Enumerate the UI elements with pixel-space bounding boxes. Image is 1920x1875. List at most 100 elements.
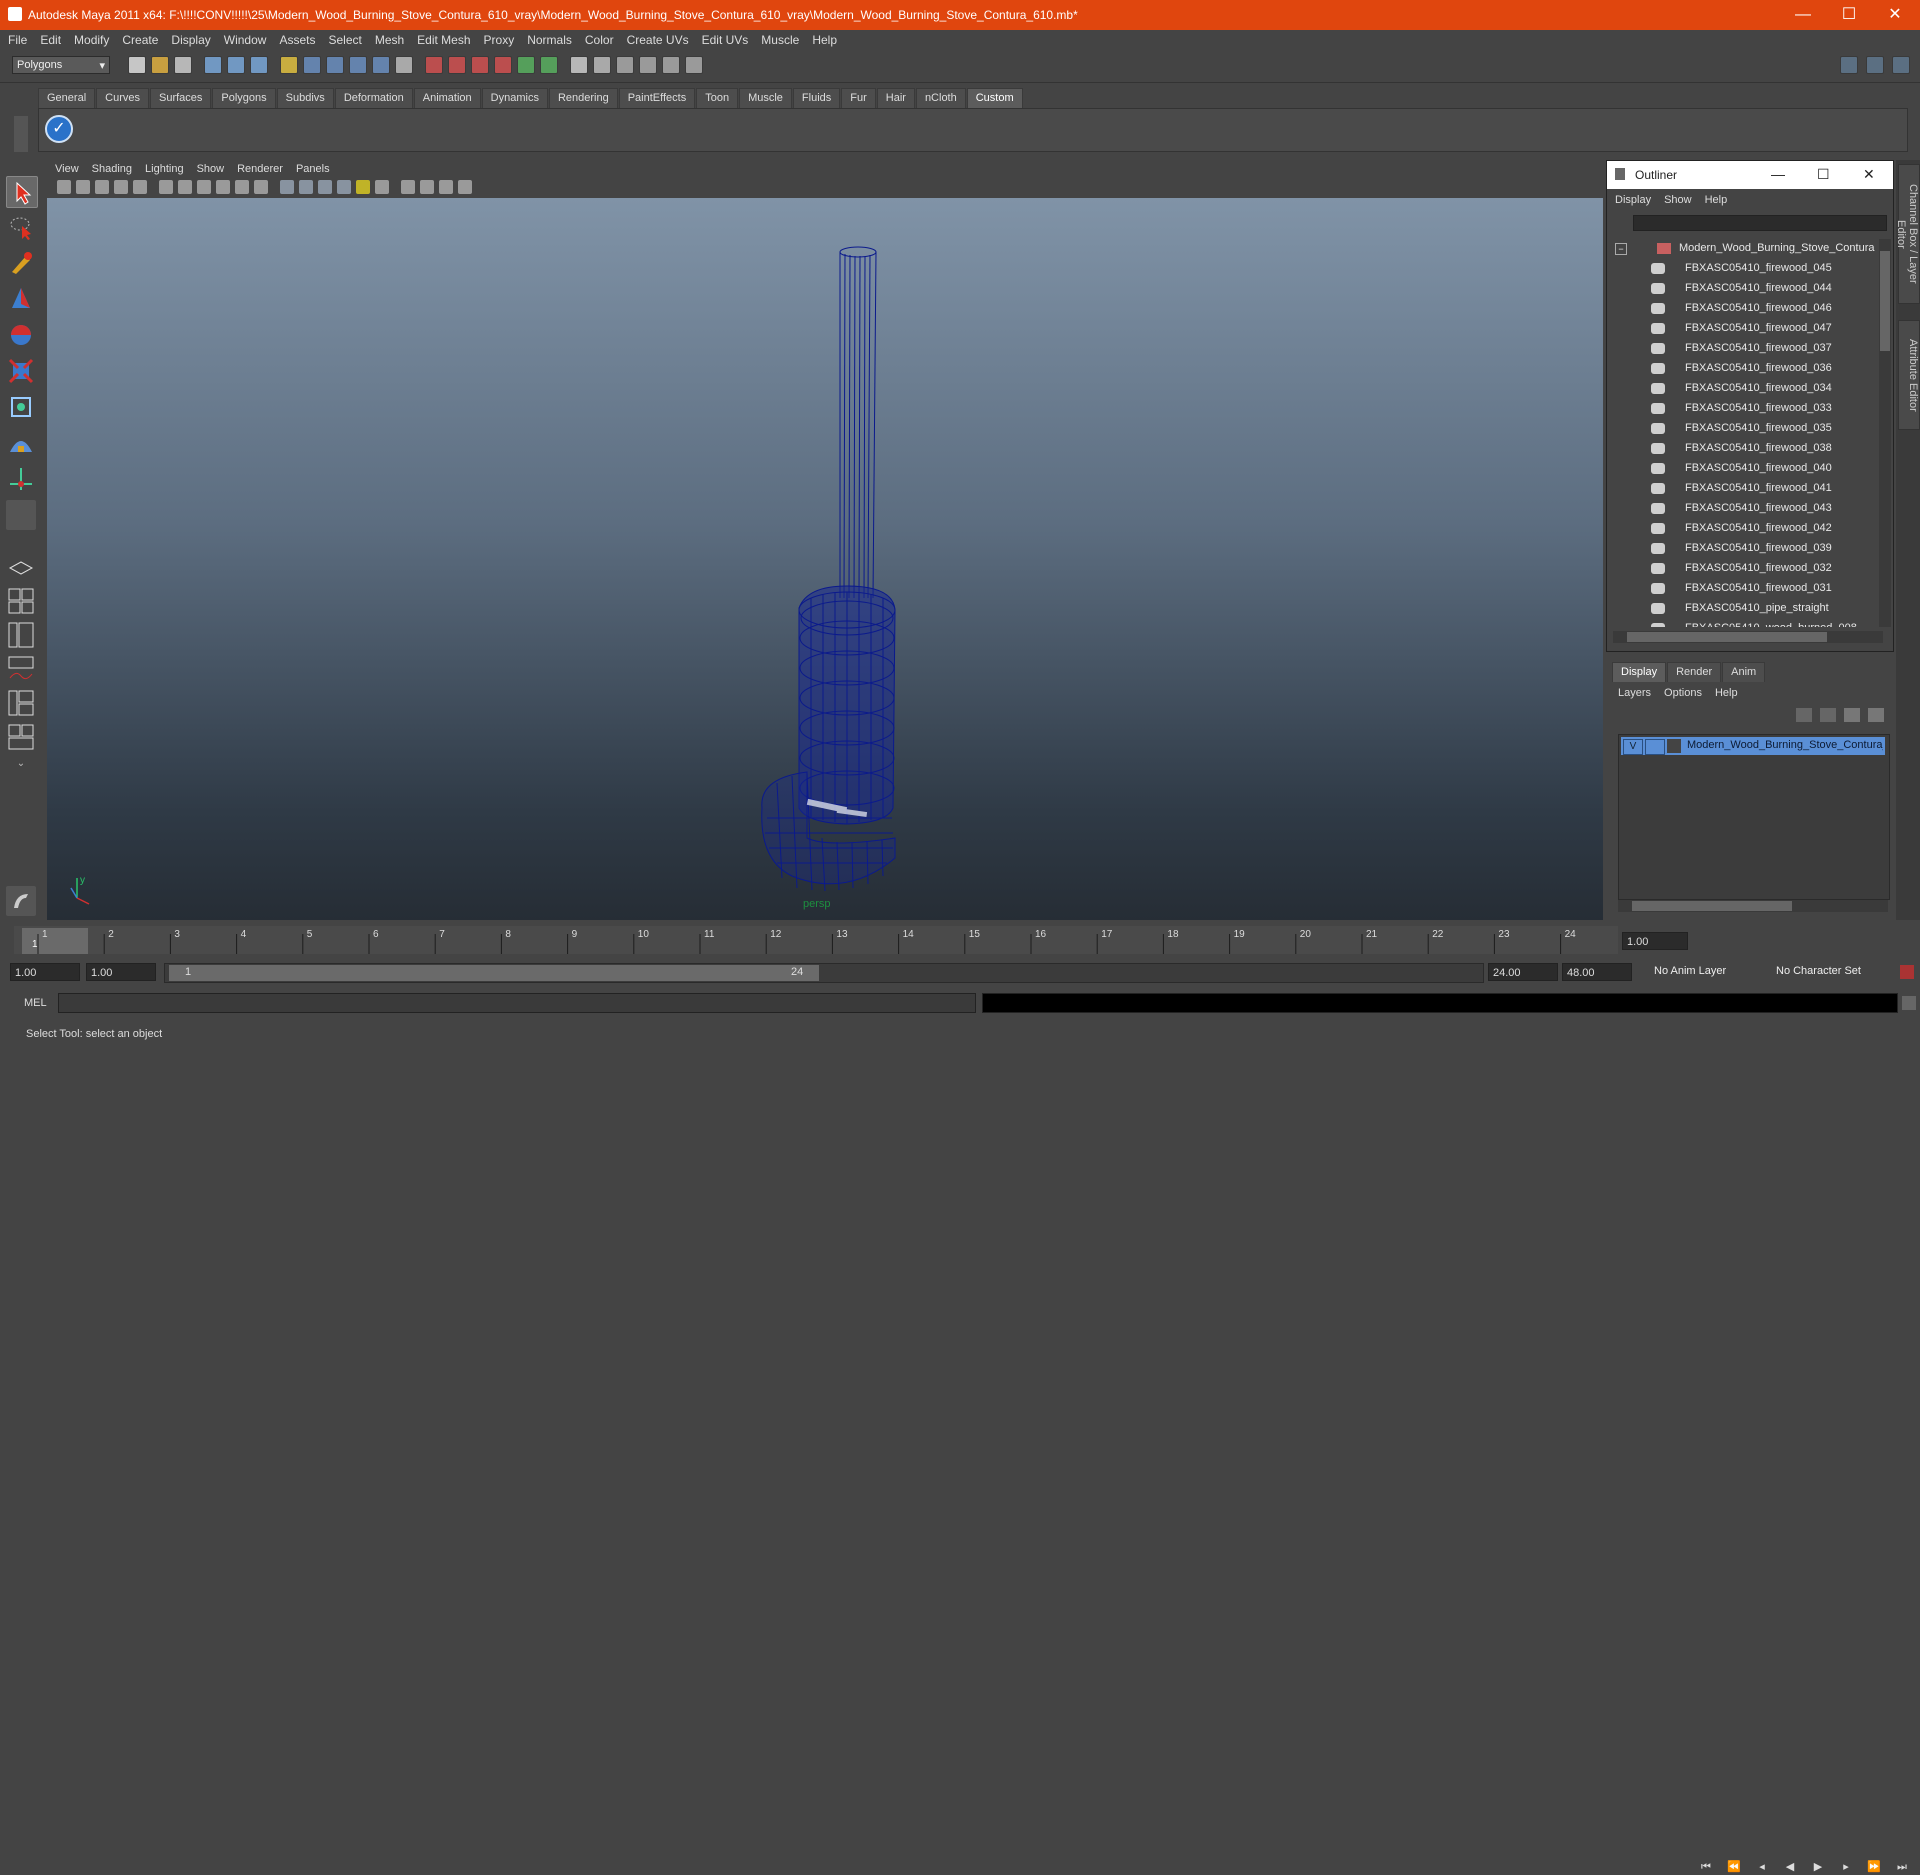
animation-start-field[interactable]: 1.00 <box>10 963 80 981</box>
playback-start-field[interactable]: 1.00 <box>86 963 156 981</box>
attribute-editor-toggle-icon[interactable] <box>1892 56 1910 74</box>
outliner-maximize-button[interactable]: ☐ <box>1817 166 1830 183</box>
collapse-icon[interactable]: − <box>1615 243 1627 255</box>
select-tool-icon[interactable] <box>6 176 38 208</box>
layer-hscroll-thumb[interactable] <box>1632 901 1792 911</box>
menu-edit-uvs[interactable]: Edit UVs <box>694 30 754 47</box>
scale-tool-icon[interactable] <box>6 356 36 386</box>
outliner-item[interactable]: FBXASC05410_wood_burned_008 <box>1607 619 1877 627</box>
shelf-tab-fluids[interactable]: Fluids <box>792 88 841 108</box>
script-editor-icon[interactable] <box>6 886 36 916</box>
outliner-persp-layout-icon[interactable] <box>6 620 36 650</box>
shelf-tab-toon[interactable]: Toon <box>696 88 739 108</box>
lock-selection-icon[interactable] <box>280 56 298 74</box>
panel-menu-view[interactable]: View <box>47 160 84 175</box>
outliner-group-node[interactable]: Modern_Wood_Burning_Stove_Contura − <box>1607 239 1877 259</box>
open-scene-icon[interactable] <box>151 56 169 74</box>
lasso-tool-icon[interactable] <box>6 212 36 242</box>
outliner-close-button[interactable]: ✕ <box>1863 166 1875 183</box>
ipr-render-icon[interactable] <box>471 56 489 74</box>
ui-toggle-icon[interactable] <box>662 56 680 74</box>
smooth-preview-icon[interactable] <box>458 180 472 194</box>
new-layer-selected-icon[interactable] <box>1868 708 1884 722</box>
move-layer-down-icon[interactable] <box>1820 708 1836 722</box>
outliner-item[interactable]: FBXASC05410_firewood_034 <box>1607 379 1877 399</box>
outliner-item[interactable]: FBXASC05410_firewood_040 <box>1607 459 1877 479</box>
command-input[interactable] <box>58 993 976 1013</box>
four-pane-layout-icon[interactable] <box>6 586 36 616</box>
minimize-button[interactable]: — <box>1780 0 1826 30</box>
shelf-tab-subdivs[interactable]: Subdivs <box>276 88 334 108</box>
menu-create-uvs[interactable]: Create UVs <box>619 30 694 47</box>
current-time-field[interactable]: 1.00 <box>1622 932 1688 950</box>
play-backward-icon[interactable]: ◀ <box>1780 1859 1800 1875</box>
show-hide-icon[interactable] <box>593 56 611 74</box>
outliner-menu-show[interactable]: Show <box>1656 191 1697 206</box>
step-back-key-icon[interactable]: ⏪ <box>1724 1859 1744 1875</box>
select-component-icon[interactable] <box>250 56 268 74</box>
shelf-tab-animation[interactable]: Animation <box>413 88 481 108</box>
image-plane-icon[interactable] <box>114 180 128 194</box>
shelf-tab-rendering[interactable]: Rendering <box>548 88 618 108</box>
shelf-tab-curves[interactable]: Curves <box>96 88 149 108</box>
shelf-tab-ncloth[interactable]: nCloth <box>915 88 966 108</box>
hypershade-layout-icon[interactable] <box>6 688 36 718</box>
settings-icon[interactable] <box>685 56 703 74</box>
last-tool-icon[interactable] <box>6 500 36 530</box>
shelf-tab-painteffects[interactable]: PaintEffects <box>618 88 696 108</box>
animation-end-field[interactable]: 48.00 <box>1562 963 1632 981</box>
panel-menu-shading[interactable]: Shading <box>84 160 137 175</box>
move-layer-up-icon[interactable] <box>1796 708 1812 722</box>
use-lights-icon[interactable] <box>337 180 351 194</box>
playback-end-field[interactable]: 24.00 <box>1488 963 1558 981</box>
xray-active-icon[interactable] <box>439 180 453 194</box>
film-gate-icon[interactable] <box>159 180 173 194</box>
go-to-start-icon[interactable]: ⏮ <box>1696 1859 1716 1875</box>
snap-curve-icon[interactable] <box>326 56 344 74</box>
menu-normals[interactable]: Normals <box>519 30 577 47</box>
input-ops-icon[interactable] <box>517 56 535 74</box>
shelf-tab-dynamics[interactable]: Dynamics <box>481 88 548 108</box>
shelf-tab-polygons[interactable]: Polygons <box>212 88 276 108</box>
history-icon[interactable] <box>425 56 443 74</box>
outliner-item[interactable]: FBXASC05410_firewood_044 <box>1607 279 1877 299</box>
outliner-menu-help[interactable]: Help <box>1697 191 1733 206</box>
outliner-item[interactable]: FBXASC05410_firewood_031 <box>1607 579 1877 599</box>
outliner-hscroll-thumb[interactable] <box>1627 632 1827 642</box>
shelf-menu-handle[interactable] <box>14 116 28 152</box>
range-slider-bar[interactable] <box>169 965 819 981</box>
menu-window[interactable]: Window <box>216 30 272 47</box>
panel-menu-renderer[interactable]: Renderer <box>229 160 288 175</box>
resolution-gate-icon[interactable] <box>178 180 192 194</box>
sidebar-toggle-icon[interactable] <box>570 56 588 74</box>
auto-key-icon[interactable] <box>1900 965 1914 979</box>
paint-select-tool-icon[interactable] <box>6 248 36 278</box>
textured-icon[interactable] <box>318 180 332 194</box>
layer-horizontal-scrollbar[interactable] <box>1618 900 1888 912</box>
outliner-item[interactable]: FBXASC05410_firewood_042 <box>1607 519 1877 539</box>
shelf-tab-general[interactable]: General <box>38 88 96 108</box>
menu-color[interactable]: Color <box>577 30 619 47</box>
snap-point-icon[interactable] <box>349 56 367 74</box>
outliner-item[interactable]: FBXASC05410_firewood_041 <box>1607 479 1877 499</box>
outliner-horizontal-scrollbar[interactable] <box>1613 631 1883 643</box>
safe-title-icon[interactable] <box>254 180 268 194</box>
attribute-editor-tab[interactable]: Attribute Editor <box>1898 320 1920 430</box>
outliner-item[interactable]: FBXASC05410_firewood_039 <box>1607 539 1877 559</box>
menu-assets[interactable]: Assets <box>271 30 320 47</box>
layout-icon[interactable] <box>1840 56 1858 74</box>
new-scene-icon[interactable] <box>128 56 146 74</box>
layer-menu-layers[interactable]: Layers <box>1610 684 1656 699</box>
render-settings-icon[interactable] <box>494 56 512 74</box>
field-chart-icon[interactable] <box>216 180 230 194</box>
command-language-label[interactable]: MEL <box>24 997 47 1009</box>
menu-file[interactable]: File <box>0 30 32 47</box>
hypershade-icon[interactable] <box>639 56 657 74</box>
shadows-icon[interactable] <box>356 180 370 194</box>
single-pane-layout-icon[interactable] <box>6 552 36 582</box>
play-forward-icon[interactable]: ▶ <box>1808 1859 1828 1875</box>
outliner-item[interactable]: FBXASC05410_firewood_032 <box>1607 559 1877 579</box>
menu-modify[interactable]: Modify <box>66 30 114 47</box>
outliner-item[interactable]: FBXASC05410_firewood_045 <box>1607 259 1877 279</box>
menu-help[interactable]: Help <box>804 30 842 47</box>
